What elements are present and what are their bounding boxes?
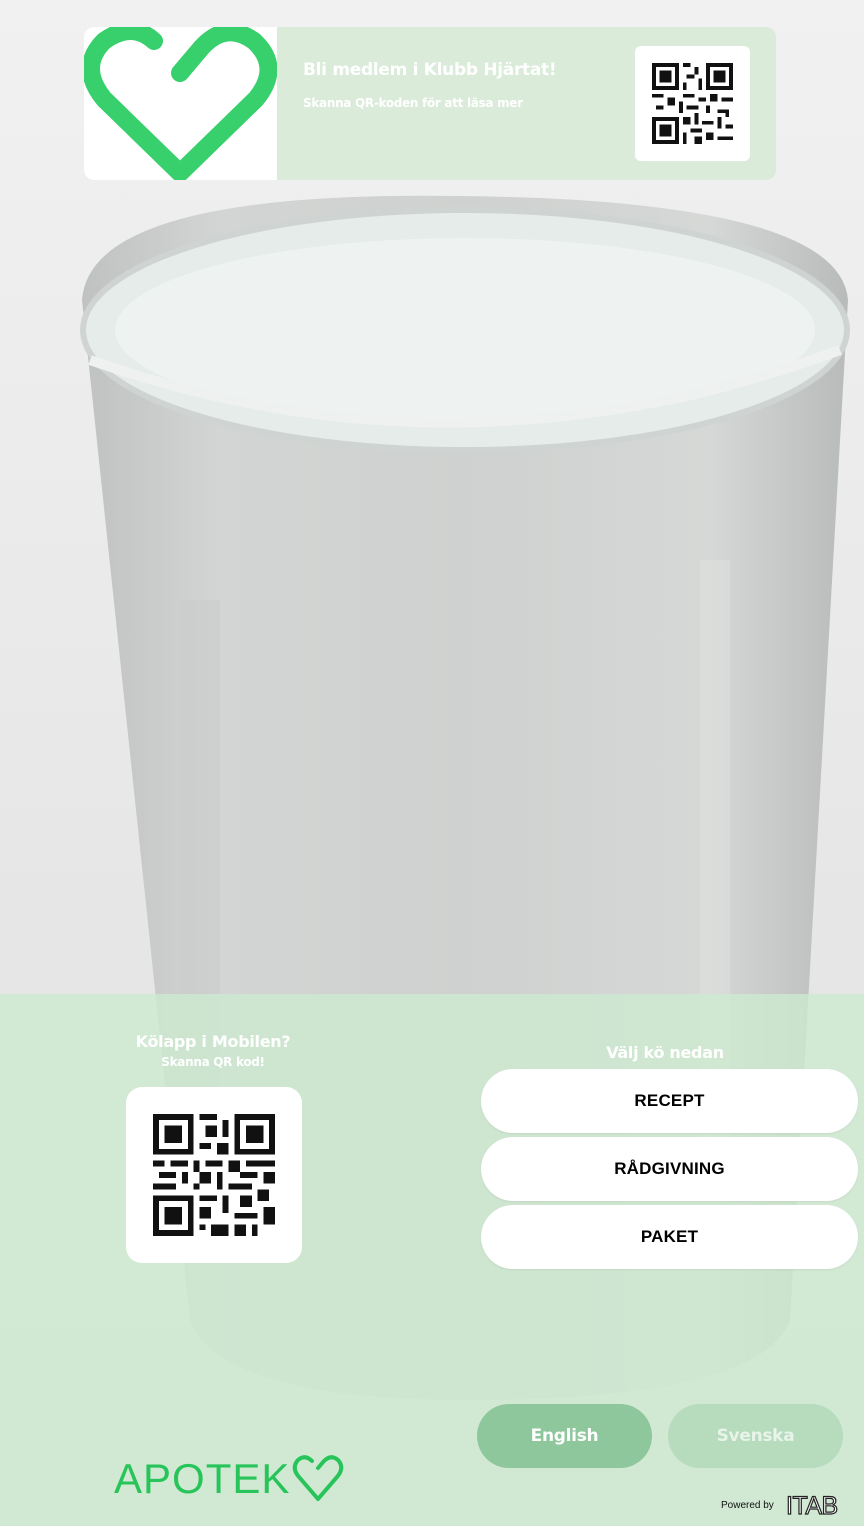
queue-button-recept[interactable]: RECEPT — [481, 1069, 858, 1133]
apotek-logo: APOTEK — [114, 1453, 344, 1505]
mobile-ticket-subtitle: Skanna QR kod! — [161, 1055, 265, 1069]
banner-subtitle: Skanna QR-koden för att läsa mer — [303, 96, 523, 110]
language-swedish-button[interactable]: Svenska — [668, 1404, 843, 1468]
language-english-button[interactable]: English — [477, 1404, 652, 1468]
heart-outline-icon — [293, 1455, 344, 1501]
banner-qr-card — [635, 46, 750, 161]
qr-code-icon — [153, 1114, 275, 1236]
heart-logo-icon — [84, 27, 277, 180]
powered-by-text: Powered by — [721, 1500, 774, 1511]
banner-title: Bli medlem i Klubb Hjärtat! — [303, 60, 557, 80]
itab-logo: ITAB — [785, 1491, 838, 1520]
queue-button-radgivning[interactable]: RÅDGIVNING — [481, 1137, 858, 1201]
mobile-ticket-qr-card — [126, 1087, 302, 1263]
heart-logo-tile — [84, 27, 277, 180]
queue-button-paket[interactable]: PAKET — [481, 1205, 858, 1269]
qr-code-icon — [652, 63, 733, 144]
queue-title: Välj kö nedan — [606, 1043, 724, 1062]
mobile-ticket-title: Kölapp i Mobilen? — [135, 1032, 291, 1051]
apotek-brand-text: APOTEK — [114, 1455, 291, 1502]
